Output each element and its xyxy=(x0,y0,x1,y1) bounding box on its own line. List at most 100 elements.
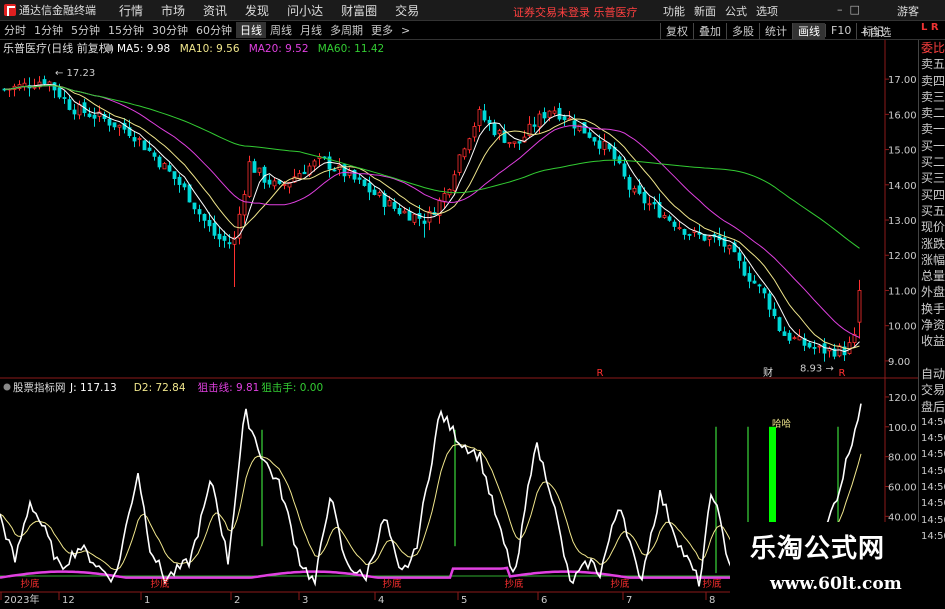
side-panel-item: 14:50 xyxy=(921,514,945,526)
menu-item[interactable]: 市场 xyxy=(152,2,194,19)
menu-item[interactable]: 资讯 xyxy=(194,2,236,19)
candle-body xyxy=(222,235,227,241)
candle-body xyxy=(837,345,842,357)
right-menu: 功能 新面 公式 选项 xyxy=(663,3,787,19)
candle-body xyxy=(747,273,752,282)
period-tab[interactable]: 周线 xyxy=(266,22,296,38)
tool-button[interactable]: 复权 xyxy=(660,22,693,39)
ma-settings-icon xyxy=(105,44,113,52)
tool-button[interactable]: F10 xyxy=(825,24,856,37)
price-axis-label: 17.00 xyxy=(888,75,917,86)
candle-body xyxy=(757,284,762,287)
candle-body xyxy=(542,112,547,119)
login-notice[interactable]: 证券交易未登录 乐普医疗 xyxy=(513,4,638,20)
ma-line-5 xyxy=(4,84,860,353)
date-axis-label: 7 xyxy=(626,595,632,606)
menu-item[interactable]: 问小达 xyxy=(278,2,332,19)
candle-body xyxy=(817,345,822,348)
candle-body xyxy=(532,124,537,127)
candle-body xyxy=(332,169,337,172)
ma-legend-item: MA5: 9.98 xyxy=(117,43,170,55)
side-panel-item: 涨跌 xyxy=(921,236,945,251)
menu-item[interactable]: 交易 xyxy=(386,2,428,19)
candle-body xyxy=(227,242,232,245)
date-axis-label: 12 xyxy=(62,595,75,606)
price-axis-label: 10.00 xyxy=(888,322,917,333)
period-tab[interactable]: 15分钟 xyxy=(104,22,148,38)
period-tab[interactable]: 5分钟 xyxy=(67,22,104,38)
right-menu-item[interactable]: 选项 xyxy=(756,3,778,19)
chart-toolbar: 复权 叠加 多股 统计 画线 F10 标记 xyxy=(660,21,889,40)
candle-body xyxy=(767,293,772,310)
chevron-right-icon[interactable]: > xyxy=(397,24,414,37)
side-panel-item: 14:50 xyxy=(921,416,945,428)
side-panel-item: 收益 xyxy=(921,334,945,349)
maximize-icon[interactable]: □ xyxy=(850,3,860,16)
minimize-icon[interactable]: – xyxy=(837,3,843,16)
side-panel-item: 卖二 xyxy=(921,106,945,121)
candle-body xyxy=(267,179,272,185)
period-tab-more[interactable]: 更多 xyxy=(367,22,397,38)
candle-body xyxy=(367,182,372,193)
period-tab[interactable]: 1分钟 xyxy=(30,22,67,38)
quote-side-panel: 委比 卖五 卖四 卖三 卖二 卖一 买一 买二 买三 买四 买五 现价 涨跌 涨幅 总量 外盘 换手 净资 收益 自动… xyxy=(918,40,945,609)
period-tab[interactable]: 分时 xyxy=(0,22,30,38)
right-menu-item[interactable]: 公式 xyxy=(725,3,747,19)
app-logo: 通达信金融终端 xyxy=(0,2,110,18)
side-panel-item xyxy=(919,350,945,366)
candle-body xyxy=(152,152,157,157)
side-panel-item: 自动 xyxy=(921,366,945,381)
candles xyxy=(2,75,862,362)
signal-label: 哈哈 xyxy=(772,418,792,430)
period-tab[interactable]: 多周期 xyxy=(326,22,367,38)
candle-body xyxy=(682,229,687,235)
menu-item[interactable]: 行情 xyxy=(110,2,152,19)
candle-body xyxy=(67,99,72,110)
candle-body xyxy=(587,132,592,138)
tool-button[interactable]: 画线 xyxy=(792,22,825,39)
candle-body xyxy=(517,141,522,144)
indicator-settings-icon xyxy=(3,383,11,391)
candle-body xyxy=(192,202,197,210)
side-panel-item: 买一 xyxy=(921,138,945,153)
date-axis-label: 4 xyxy=(378,595,384,606)
candle-body xyxy=(647,203,652,206)
period-tab-active[interactable]: 日线 xyxy=(236,22,266,38)
period-tab[interactable]: 30分钟 xyxy=(148,22,192,38)
right-menu-item[interactable]: 新面 xyxy=(694,3,716,19)
guest-user[interactable]: 游客 xyxy=(897,3,919,19)
watermark-title: 乐淘公式网 xyxy=(750,534,886,564)
candle-body xyxy=(637,185,642,194)
tool-button[interactable]: 多股 xyxy=(726,22,759,39)
tool-button[interactable]: 统计 xyxy=(759,22,792,39)
candle-body xyxy=(752,280,757,284)
candle-body xyxy=(77,104,82,116)
add-watchlist-button[interactable]: +自选 xyxy=(860,24,891,40)
side-panel-item: 净资 xyxy=(921,318,945,333)
candle-body xyxy=(72,109,77,115)
lr-toggle[interactable]: L R xyxy=(918,22,945,39)
candle-body xyxy=(217,233,222,240)
candle-body xyxy=(667,216,672,221)
period-tab[interactable]: 60分钟 xyxy=(192,22,236,38)
period-tab[interactable]: 月线 xyxy=(296,22,326,38)
date-axis-label: 1 xyxy=(144,595,150,606)
candle-body xyxy=(42,79,47,85)
menu-item[interactable]: 财富圈 xyxy=(332,2,386,19)
candle-body xyxy=(557,107,562,120)
indicator-header xyxy=(3,383,11,391)
menu-item[interactable]: 发现 xyxy=(236,2,278,19)
candle-body xyxy=(482,110,487,121)
candle-body xyxy=(157,156,162,168)
candle-body xyxy=(472,126,477,138)
candle-body xyxy=(792,337,797,340)
side-panel-item: 14:50 xyxy=(921,530,945,542)
candle-body xyxy=(672,221,677,227)
candle-body xyxy=(252,161,257,173)
tool-button[interactable]: 叠加 xyxy=(693,22,726,39)
price-axis-label: 13.00 xyxy=(888,216,917,227)
side-panel-item: 总量 xyxy=(921,269,945,284)
candle-body xyxy=(597,140,602,149)
date-axis-label: 5 xyxy=(461,595,467,606)
right-menu-item[interactable]: 功能 xyxy=(663,3,685,19)
